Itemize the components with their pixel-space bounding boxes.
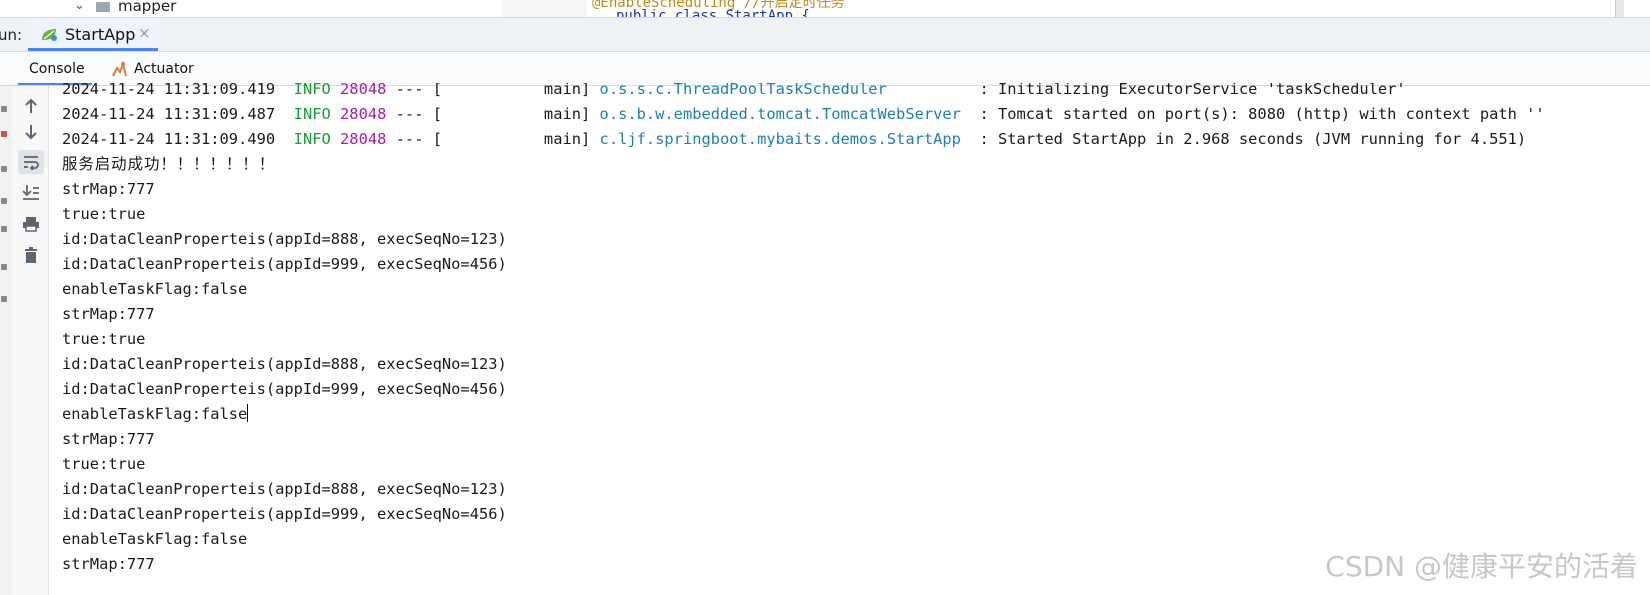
output-line: true:true — [62, 205, 146, 223]
tab-label: Console — [29, 61, 85, 77]
output-line: enableTaskFlag:false — [62, 280, 248, 298]
folder-icon — [96, 2, 110, 12]
log-thread: main] — [442, 105, 591, 123]
output-line: id:DataCleanProperteis(appId=888, execSe… — [62, 480, 507, 498]
output-line: 服务启动成功！！！！！！！ — [62, 155, 276, 173]
output-line: id:DataCleanProperteis(appId=888, execSe… — [62, 230, 507, 248]
watermark: CSDN @健康平安的活着 — [1325, 550, 1638, 583]
tab-label: Actuator — [134, 61, 194, 77]
output-line: true:true — [62, 455, 146, 473]
log-timestamp: 2024-11-24 11:31:09.490 — [62, 130, 276, 148]
output-line: id:DataCleanProperteis(appId=999, execSe… — [62, 255, 507, 273]
output-line-with-caret: enableTaskFlag:false — [62, 402, 249, 426]
output-text: enableTaskFlag:false — [62, 405, 248, 423]
tab-actuator[interactable]: Actuator — [108, 52, 208, 85]
text-caret — [247, 404, 249, 422]
log-thread: main] — [442, 130, 591, 148]
log-logger-link[interactable]: o.s.s.c.ThreadPoolTaskScheduler — [600, 83, 887, 98]
tab-console[interactable]: Console — [18, 52, 92, 85]
console-tab-bar: Console Actuator — [0, 52, 1650, 86]
marker-icon — [1, 296, 7, 302]
run-label: un: — [0, 26, 23, 44]
project-tree: ⌄ mapper — [0, 0, 500, 17]
output-line: id:DataCleanProperteis(appId=888, execSe… — [62, 355, 507, 373]
close-icon[interactable]: × — [138, 24, 151, 42]
marker-icon — [1, 226, 7, 232]
arrow-down-icon[interactable] — [18, 120, 44, 144]
chevron-down-icon[interactable]: ⌄ — [74, 0, 85, 13]
console-toolbar — [12, 86, 49, 595]
editor-gutter — [502, 0, 587, 17]
output-line: enableTaskFlag:false — [62, 530, 248, 548]
log-separator: --- [ — [395, 105, 442, 123]
tab-startapp[interactable]: StartApp × — [28, 18, 158, 51]
log-message: : Started StartApp in 2.968 seconds (JVM… — [960, 130, 1527, 148]
log-separator: --- [ — [395, 83, 442, 98]
spring-boot-icon — [42, 29, 57, 41]
trash-icon[interactable] — [18, 243, 44, 267]
output-line: strMap:777 — [62, 305, 155, 323]
output-line: true:true — [62, 330, 146, 348]
marker-icon — [1, 198, 7, 204]
log-timestamp: 2024-11-24 11:31:09.487 — [62, 105, 276, 123]
output-line: id:DataCleanProperteis(appId=999, execSe… — [62, 505, 507, 523]
soft-wrap-icon[interactable] — [18, 150, 44, 174]
log-timestamp: 2024-11-24 11:31:09.419 — [62, 83, 276, 98]
log-pid: 28048 — [340, 83, 387, 98]
scroll-to-end-icon[interactable] — [18, 180, 44, 204]
marker-icon — [1, 106, 7, 112]
log-line: 2024-11-24 11:31:09.419 INFO 28048 --- [… — [62, 83, 1406, 101]
log-logger-link[interactable]: o.s.b.w.embedded.tomcat.TomcatWebServer — [600, 105, 961, 123]
marker-icon — [1, 131, 7, 137]
output-line: id:DataCleanProperteis(appId=999, execSe… — [62, 380, 507, 398]
tab-label: StartApp — [65, 25, 136, 44]
log-level: INFO — [293, 83, 331, 98]
log-level: INFO — [293, 130, 331, 148]
log-line: 2024-11-24 11:31:09.487 INFO 28048 --- [… — [62, 102, 1545, 126]
log-level: INFO — [293, 105, 331, 123]
log-separator: --- [ — [395, 130, 442, 148]
log-thread: main] — [442, 83, 591, 98]
editor-line: public class StartApp { — [616, 8, 810, 18]
output-line: strMap:777 — [62, 555, 155, 573]
print-icon[interactable] — [18, 212, 44, 236]
log-pid: 28048 — [340, 105, 387, 123]
tree-item-mapper[interactable]: mapper — [118, 0, 176, 15]
run-toolwindow-header: un: StartApp × — [0, 18, 1650, 52]
top-strip: ⌄ mapper @EnableScheduling //开启定时任务 publ… — [0, 0, 1650, 18]
output-line: strMap:777 — [62, 180, 155, 198]
marker-icon — [1, 264, 7, 270]
log-logger-link[interactable]: c.ljf.springboot.mybaits.demos.StartApp — [600, 130, 961, 148]
log-message: : Initializing ExecutorService 'taskSche… — [886, 83, 1406, 98]
actuator-icon — [112, 60, 127, 77]
output-line: strMap:777 — [62, 430, 155, 448]
arrow-up-icon[interactable] — [18, 94, 44, 118]
log-message: : Tomcat started on port(s): 8080 (http)… — [960, 105, 1545, 123]
log-line: 2024-11-24 11:31:09.490 INFO 28048 --- [… — [62, 127, 1526, 151]
editor-scrollbar[interactable] — [1615, 0, 1624, 17]
marker-icon — [1, 166, 7, 172]
log-pid: 28048 — [340, 130, 387, 148]
console-output[interactable]: 2024-11-24 11:31:09.419 INFO 28048 --- [… — [62, 83, 1642, 595]
